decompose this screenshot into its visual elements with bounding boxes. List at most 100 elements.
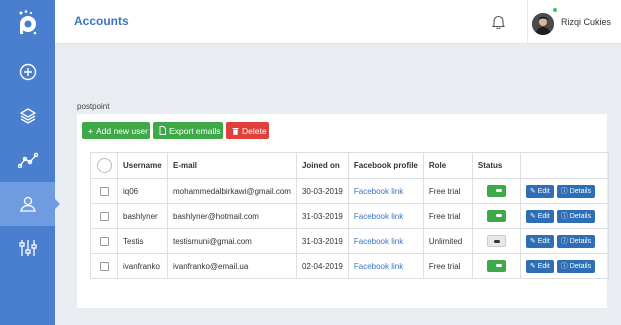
chart-line-icon	[17, 152, 38, 168]
role-cell: Free trial	[422, 203, 473, 229]
page-title: Accounts	[74, 14, 129, 28]
actions-cell: ✎ Edit ⓘ Details	[519, 228, 609, 254]
details-button[interactable]: ⓘ Details	[556, 209, 596, 223]
accounts-table: Username E-mail Joined on Facebook profi…	[90, 152, 609, 279]
top-divider	[527, 0, 528, 44]
sidebar-item-accounts[interactable]	[0, 182, 60, 226]
actions-cell: ✎ Edit ⓘ Details	[519, 178, 609, 204]
username-cell: bashlyner	[117, 203, 168, 229]
edit-button[interactable]: ✎ Edit	[525, 259, 554, 273]
role-cell: Unlimited	[422, 228, 473, 254]
column-header-facebook: Facebook profile	[347, 152, 424, 179]
edit-label: Edit	[537, 262, 550, 270]
role-cell: Free trial	[422, 253, 473, 279]
select-all-cell	[90, 152, 118, 179]
facebook-link[interactable]: Facebook link	[354, 262, 403, 271]
avatar[interactable]	[532, 13, 554, 35]
table-header-row: Username E-mail Joined on Facebook profi…	[90, 152, 609, 179]
joined-cell: 30-03-2019	[295, 178, 349, 204]
email-cell: mohammedalbirkawi@gmail.com	[167, 178, 297, 204]
trash-icon	[232, 127, 239, 135]
sidebar-item-settings[interactable]	[0, 226, 55, 270]
add-user-button[interactable]: + Add new user	[82, 122, 150, 139]
email-cell: ivanfranko@email.ua	[167, 253, 297, 279]
status-toggle[interactable]	[486, 235, 506, 247]
row-select-cell	[90, 228, 118, 254]
info-icon: ⓘ	[560, 237, 568, 245]
row-select-cell	[90, 253, 118, 279]
username-cell: Testis	[117, 228, 168, 254]
joined-cell: 31-03-2019	[295, 228, 349, 254]
facebook-cell: Facebook link	[347, 253, 424, 279]
details-label: Details	[569, 237, 592, 245]
status-cell	[471, 203, 521, 229]
layers-icon	[19, 108, 36, 124]
edit-icon: ✎	[529, 187, 536, 195]
table-row: ivanfranko ivanfranko@email.ua 02-04-201…	[90, 253, 609, 279]
details-button[interactable]: ⓘ Details	[556, 234, 596, 248]
facebook-cell: Facebook link	[347, 228, 424, 254]
user-name[interactable]: Rizqi Cukies	[561, 17, 611, 27]
edit-label: Edit	[537, 187, 550, 195]
user-icon	[19, 196, 36, 212]
edit-label: Edit	[537, 212, 550, 220]
row-checkbox[interactable]	[99, 261, 109, 271]
row-checkbox[interactable]	[99, 211, 109, 221]
actions-cell: ✎ Edit ⓘ Details	[519, 203, 609, 229]
export-emails-button[interactable]: Export emails	[153, 122, 223, 139]
details-button[interactable]: ⓘ Details	[556, 184, 596, 198]
status-toggle[interactable]	[486, 210, 506, 222]
edit-label: Edit	[537, 237, 550, 245]
table-row: iq06 mohammedalbirkawi@gmail.com 30-03-2…	[90, 178, 609, 204]
export-emails-label: Export emails	[169, 125, 221, 136]
column-header-joined: Joined on	[295, 152, 349, 179]
sidebar	[0, 0, 60, 325]
online-status-dot	[553, 8, 557, 12]
sidebar-item-add[interactable]	[0, 50, 55, 94]
status-cell	[471, 253, 521, 279]
row-checkbox[interactable]	[99, 236, 109, 246]
edit-button[interactable]: ✎ Edit	[525, 184, 554, 198]
select-all-checkbox[interactable]	[96, 158, 112, 173]
edit-button[interactable]: ✎ Edit	[525, 209, 554, 223]
file-icon	[159, 126, 166, 135]
sliders-icon	[18, 240, 37, 256]
section-label: postpoint	[77, 102, 110, 111]
edit-button[interactable]: ✎ Edit	[525, 234, 554, 248]
row-checkbox[interactable]	[99, 186, 109, 196]
row-select-cell	[90, 203, 118, 229]
sidebar-item-layers[interactable]	[0, 94, 55, 138]
bell-icon	[491, 15, 506, 30]
edit-icon: ✎	[529, 212, 536, 220]
facebook-link[interactable]: Facebook link	[354, 187, 403, 196]
email-cell: bashlyner@hotmail.com	[167, 203, 297, 229]
facebook-link[interactable]: Facebook link	[354, 212, 403, 221]
column-header-role: Role	[422, 152, 473, 179]
details-label: Details	[569, 262, 592, 270]
actions-cell: ✎ Edit ⓘ Details	[519, 253, 609, 279]
column-header-email: E-mail	[167, 152, 297, 179]
details-label: Details	[569, 212, 592, 220]
facebook-cell: Facebook link	[347, 178, 424, 204]
delete-button[interactable]: Delete	[226, 122, 269, 139]
details-button[interactable]: ⓘ Details	[556, 259, 596, 273]
sidebar-item-analytics[interactable]	[0, 138, 55, 182]
column-header-actions	[519, 152, 609, 179]
column-header-status: Status	[471, 152, 521, 179]
plus-circle-icon	[19, 63, 36, 81]
username-cell: ivanfranko	[117, 253, 168, 279]
edit-icon: ✎	[529, 262, 536, 270]
info-icon: ⓘ	[560, 262, 568, 270]
app-logo[interactable]	[0, 0, 55, 44]
notifications-button[interactable]	[491, 14, 506, 31]
delete-label: Delete	[242, 125, 267, 136]
status-toggle[interactable]	[486, 185, 506, 197]
facebook-cell: Facebook link	[347, 203, 424, 229]
facebook-link[interactable]: Facebook link	[354, 237, 403, 246]
email-cell: testismuni@gmai.com	[167, 228, 297, 254]
status-cell	[471, 178, 521, 204]
top-bar: Accounts Rizqi Cukies	[55, 0, 621, 44]
row-select-cell	[90, 178, 118, 204]
status-toggle[interactable]	[486, 260, 506, 272]
table-row: Testis testismuni@gmai.com 31-03-2019 Fa…	[90, 228, 609, 254]
